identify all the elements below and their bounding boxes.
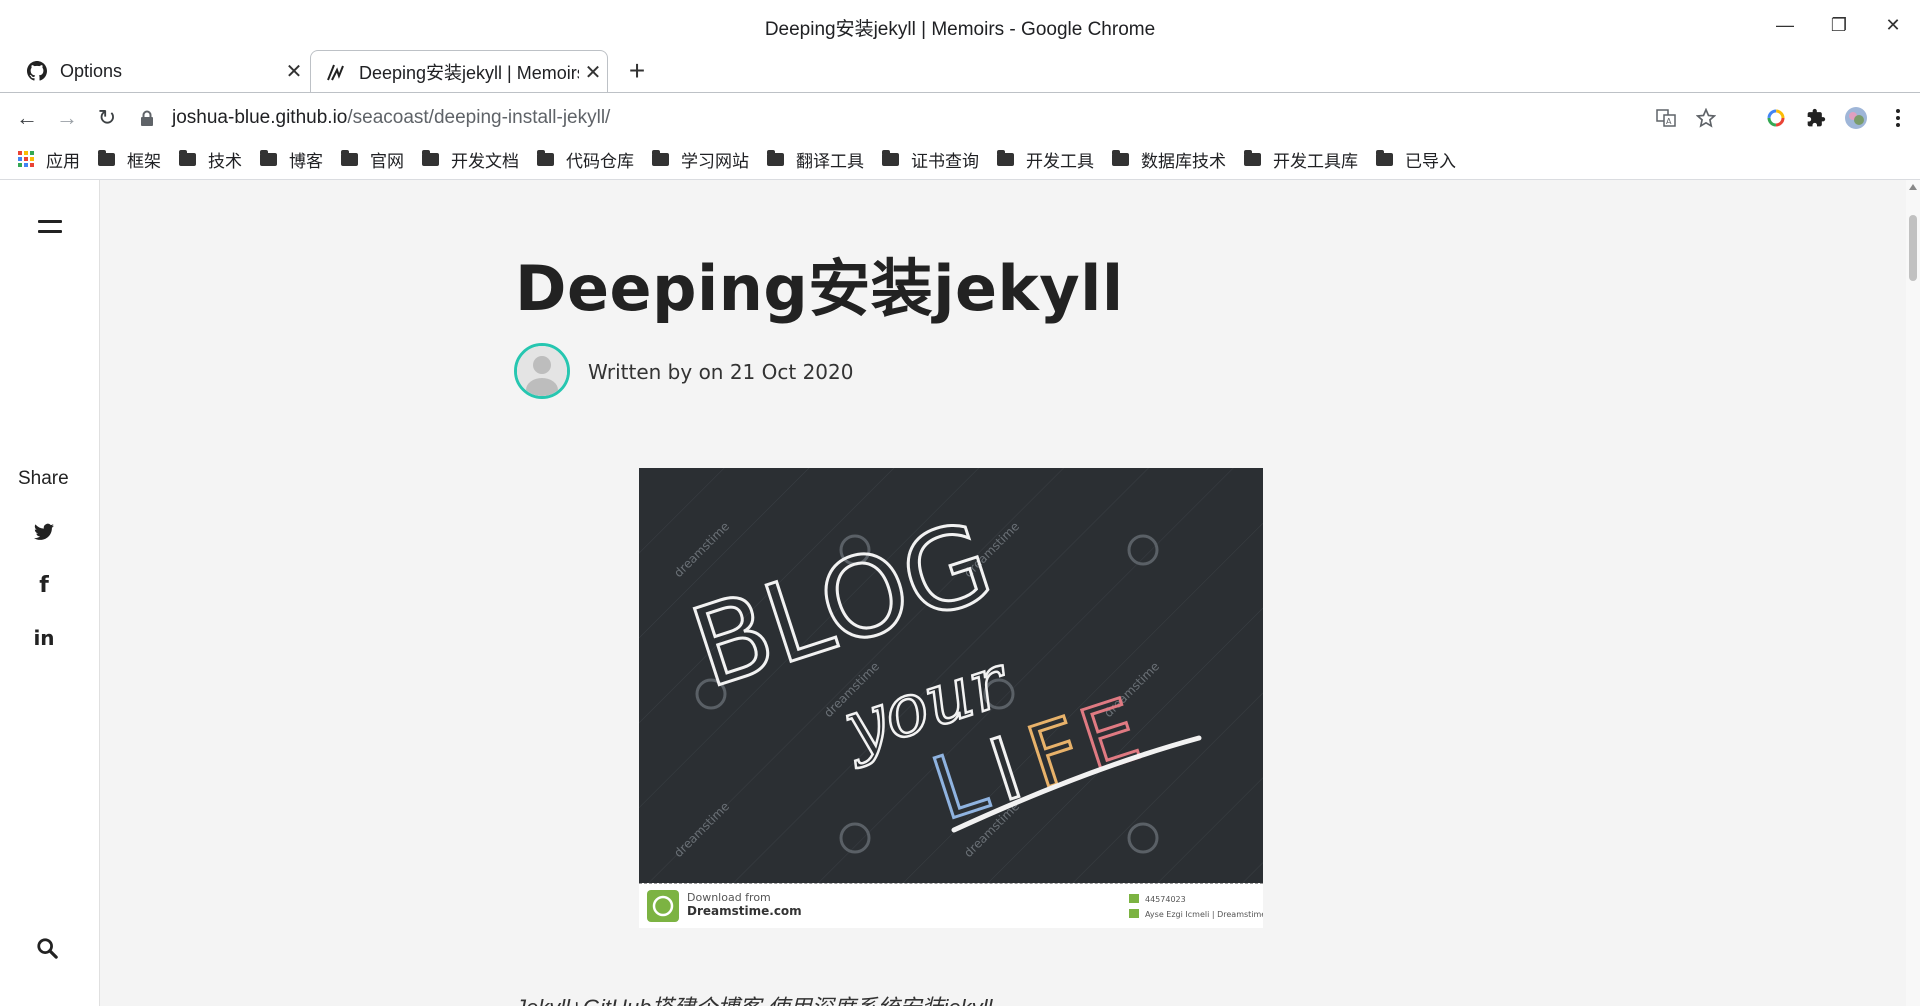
folder-icon — [260, 149, 277, 166]
bookmark-item[interactable]: 技术 — [179, 147, 242, 172]
bookmark-item[interactable]: 证书查询 — [882, 147, 979, 172]
bookmark-label: 框架 — [127, 151, 161, 171]
bookmark-item[interactable]: 官网 — [341, 147, 404, 172]
bookmark-label: 学习网站 — [681, 151, 749, 171]
bookmarks-bar: 应用 框架 技术 博客 官网 开发文档 代码仓库 学习网站 翻译工具 证书查询 开发工具 数据库技术 开… — [0, 141, 1920, 177]
folder-icon — [767, 149, 784, 166]
restore-button[interactable]: ❐ — [1812, 0, 1866, 50]
folder-icon — [179, 149, 196, 166]
bookmark-label: 技术 — [208, 151, 242, 171]
folder-icon — [652, 149, 669, 166]
tab-label: Options — [60, 60, 123, 81]
tab-label: Deeping安装jekyll | Memoirs — [359, 63, 579, 83]
folder-icon — [882, 149, 899, 166]
extension-ring-icon[interactable] — [1756, 101, 1796, 135]
extensions-puzzle-icon[interactable] — [1796, 101, 1836, 135]
url-path: /seacoast/deeping-install-jekyll/ — [347, 107, 611, 128]
back-button[interactable]: ← — [10, 101, 44, 135]
site-logo-icon — [325, 61, 347, 83]
post-intro: Jekyll+GitHub搭建个博客 使用深度系统安装jekyll — [515, 990, 992, 1006]
address-bar[interactable]: joshua-blue.github.io/seacoast/deeping-i… — [140, 101, 610, 135]
author-avatar — [514, 343, 570, 399]
github-icon — [26, 60, 48, 82]
tab-active-post[interactable]: Deeping安装jekyll | Memoirs ✕ — [310, 50, 608, 93]
folder-icon — [1112, 149, 1129, 166]
lock-icon — [140, 110, 154, 126]
bookmark-item[interactable]: 翻译工具 — [767, 147, 864, 172]
post-title: Deeping安装jekyll — [515, 252, 1124, 325]
bookmark-item[interactable]: 开发文档 — [422, 147, 519, 172]
credit-line-2: Dreamstime.com — [687, 904, 802, 918]
reload-button[interactable]: ↻ — [90, 101, 124, 135]
bookmark-item[interactable]: 应用 — [18, 147, 80, 172]
share-label: Share — [18, 468, 69, 489]
hamburger-menu-icon[interactable] — [38, 220, 62, 240]
page-scrollbar[interactable] — [1906, 180, 1920, 1006]
hero-image: dreamstime dreamstime dreamstime dreamst… — [639, 468, 1263, 928]
credit-id: 44574023 — [1145, 895, 1186, 904]
credit-author: Ayse Ezgi Icmeli | Dreamstime.com — [1145, 910, 1263, 919]
close-tab-icon[interactable]: ✕ — [280, 59, 308, 84]
bookmark-label: 代码仓库 — [566, 151, 634, 171]
minimize-button[interactable]: — — [1758, 0, 1812, 50]
window-title: Deeping安装jekyll | Memoirs - Google Chrom… — [764, 19, 1156, 40]
profile-avatar-icon[interactable] — [1836, 101, 1876, 135]
credit-line-1: Download from — [687, 891, 771, 904]
bookmark-label: 博客 — [289, 151, 323, 171]
forward-button[interactable]: → — [50, 101, 84, 135]
bookmark-label: 翻译工具 — [796, 151, 864, 171]
search-icon[interactable] — [36, 937, 60, 961]
folder-icon — [537, 149, 554, 166]
post-content: Deeping安装jekyll Written by on 21 Oct 202… — [100, 180, 1906, 1006]
tab-strip: Options ✕ Deeping安装jekyll | Memoirs ✕ + — [0, 50, 1920, 93]
bookmark-label: 数据库技术 — [1141, 151, 1226, 171]
bookmark-item[interactable]: 学习网站 — [652, 147, 749, 172]
linkedin-icon[interactable]: in — [32, 626, 56, 650]
bookmark-star-icon[interactable] — [1686, 101, 1726, 135]
bookmark-item[interactable]: 代码仓库 — [537, 147, 634, 172]
twitter-icon[interactable] — [32, 520, 56, 544]
menu-kebab-icon[interactable] — [1876, 101, 1920, 135]
folder-icon — [422, 149, 439, 166]
folder-icon — [98, 149, 115, 166]
bookmark-item[interactable]: 博客 — [260, 147, 323, 172]
post-byline: Written by on 21 Oct 2020 — [588, 360, 854, 384]
facebook-icon[interactable]: f — [32, 573, 56, 598]
scroll-up-arrow-icon[interactable] — [1909, 184, 1917, 190]
bookmark-label: 应用 — [46, 151, 80, 171]
bookmark-label: 证书查询 — [911, 151, 979, 171]
svg-text:A: A — [1666, 117, 1672, 126]
bookmark-item[interactable]: 框架 — [98, 147, 161, 172]
bookmark-item[interactable]: 已导入 — [1376, 147, 1456, 172]
apps-grid-icon — [18, 151, 34, 167]
close-window-button[interactable]: ✕ — [1866, 0, 1920, 50]
bookmark-label: 开发工具 — [1026, 151, 1094, 171]
close-tab-icon[interactable]: ✕ — [579, 60, 607, 85]
credit-strip: Download from Dreamstime.com 44574023 Ay… — [647, 890, 1263, 922]
chalkboard-illustration: dreamstime dreamstime dreamstime dreamst… — [639, 468, 1263, 884]
folder-icon — [341, 149, 358, 166]
title-bar: Deeping安装jekyll | Memoirs - Google Chrom… — [0, 0, 1920, 50]
bookmark-label: 已导入 — [1405, 151, 1456, 171]
url-host: joshua-blue.github.io — [172, 107, 348, 128]
browser-toolbar: ← → ↻ joshua-blue.github.io/seacoast/dee… — [0, 93, 1920, 141]
bookmark-label: 开发文档 — [451, 151, 519, 171]
folder-icon — [1244, 149, 1261, 166]
bookmark-item[interactable]: 开发工具库 — [1244, 147, 1358, 172]
window-controls: — ❐ ✕ — [1758, 0, 1920, 50]
tab-options[interactable]: Options ✕ — [8, 50, 308, 92]
bookmark-item[interactable]: 开发工具 — [997, 147, 1094, 172]
new-tab-button[interactable]: + — [620, 54, 654, 88]
image-credit-footer: Download from Dreamstime.com 44574023 Ay… — [639, 883, 1263, 928]
toolbar-actions: A — [1646, 101, 1920, 135]
bookmark-label: 开发工具库 — [1273, 151, 1358, 171]
folder-icon — [1376, 149, 1393, 166]
bookmark-item[interactable]: 数据库技术 — [1112, 147, 1226, 172]
bookmark-label: 官网 — [370, 151, 404, 171]
left-sidebar: Share f in — [0, 180, 100, 1006]
scroll-thumb[interactable] — [1909, 215, 1917, 281]
folder-icon — [997, 149, 1014, 166]
translate-icon[interactable]: A — [1646, 101, 1686, 135]
